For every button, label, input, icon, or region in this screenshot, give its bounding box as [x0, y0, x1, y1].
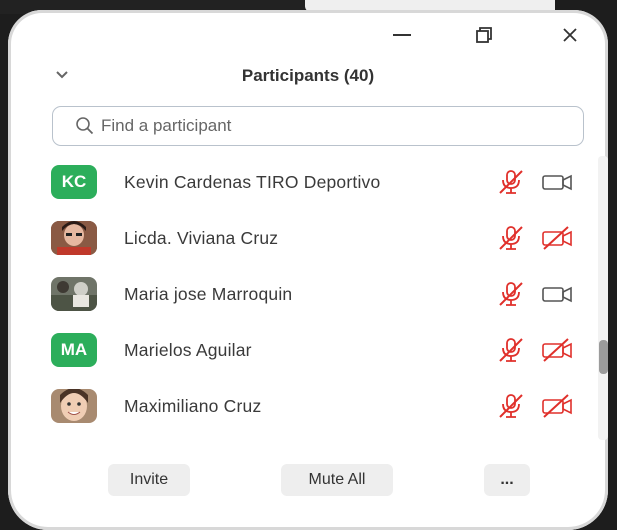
- avatar-photo: [51, 277, 97, 311]
- restore-button[interactable]: [470, 24, 498, 46]
- panel-title: Participants (40): [241, 66, 375, 85]
- participant-name: Licda. Viviana Cruz: [124, 227, 279, 248]
- search-input[interactable]: [99, 115, 543, 137]
- restore-icon: [476, 27, 492, 43]
- participant-row[interactable]: Licda. Viviana Cruz: [8, 210, 598, 266]
- minimize-button[interactable]: [388, 24, 416, 46]
- participant-name: Marielos Aguilar: [124, 339, 252, 360]
- scrollbar-track[interactable]: [598, 156, 608, 440]
- video-camera-icon[interactable]: [540, 169, 574, 195]
- video-off-icon[interactable]: [540, 393, 574, 419]
- avatar: [51, 221, 97, 255]
- participant-name: Maria jose Marroquin: [124, 283, 293, 304]
- invite-button[interactable]: Invite: [108, 464, 190, 496]
- scrollbar-thumb[interactable]: [599, 340, 608, 374]
- minimize-icon: [393, 34, 411, 36]
- search-icon: [76, 117, 94, 135]
- avatar: MA: [51, 333, 97, 367]
- search-box[interactable]: [52, 106, 584, 146]
- mic-muted-icon[interactable]: [496, 337, 526, 363]
- participant-name: Maximiliano Cruz: [124, 395, 262, 416]
- participant-row[interactable]: Maria jose Marroquin: [8, 266, 598, 322]
- mic-muted-icon[interactable]: [496, 281, 526, 307]
- avatar: [51, 277, 97, 311]
- avatar-photo: [51, 389, 97, 423]
- mic-muted-icon[interactable]: [496, 393, 526, 419]
- more-options-button[interactable]: ...: [484, 464, 530, 496]
- video-off-icon[interactable]: [540, 337, 574, 363]
- mic-muted-icon[interactable]: [496, 169, 526, 195]
- panel-header: Participants (40): [8, 62, 608, 92]
- mic-muted-icon[interactable]: [496, 225, 526, 251]
- video-camera-icon[interactable]: [540, 281, 574, 307]
- avatar: [51, 389, 97, 423]
- close-button[interactable]: [556, 24, 584, 46]
- video-off-icon[interactable]: [540, 225, 574, 251]
- participants-panel: Participants (40) KC Kevin Cardenas TIRO…: [8, 10, 608, 530]
- panel-footer: Invite Mute All ...: [8, 464, 608, 504]
- mute-all-button[interactable]: Mute All: [281, 464, 393, 496]
- participant-list: KC Kevin Cardenas TIRO Deportivo Licda. …: [8, 152, 598, 440]
- avatar: KC: [51, 165, 97, 199]
- participant-row[interactable]: MA Marielos Aguilar: [8, 322, 598, 378]
- close-icon: [563, 28, 577, 42]
- participant-row[interactable]: Maximiliano Cruz: [8, 378, 598, 434]
- avatar-photo: [51, 221, 97, 255]
- participant-row[interactable]: KC Kevin Cardenas TIRO Deportivo: [8, 154, 598, 210]
- participant-name: Kevin Cardenas TIRO Deportivo: [124, 171, 381, 192]
